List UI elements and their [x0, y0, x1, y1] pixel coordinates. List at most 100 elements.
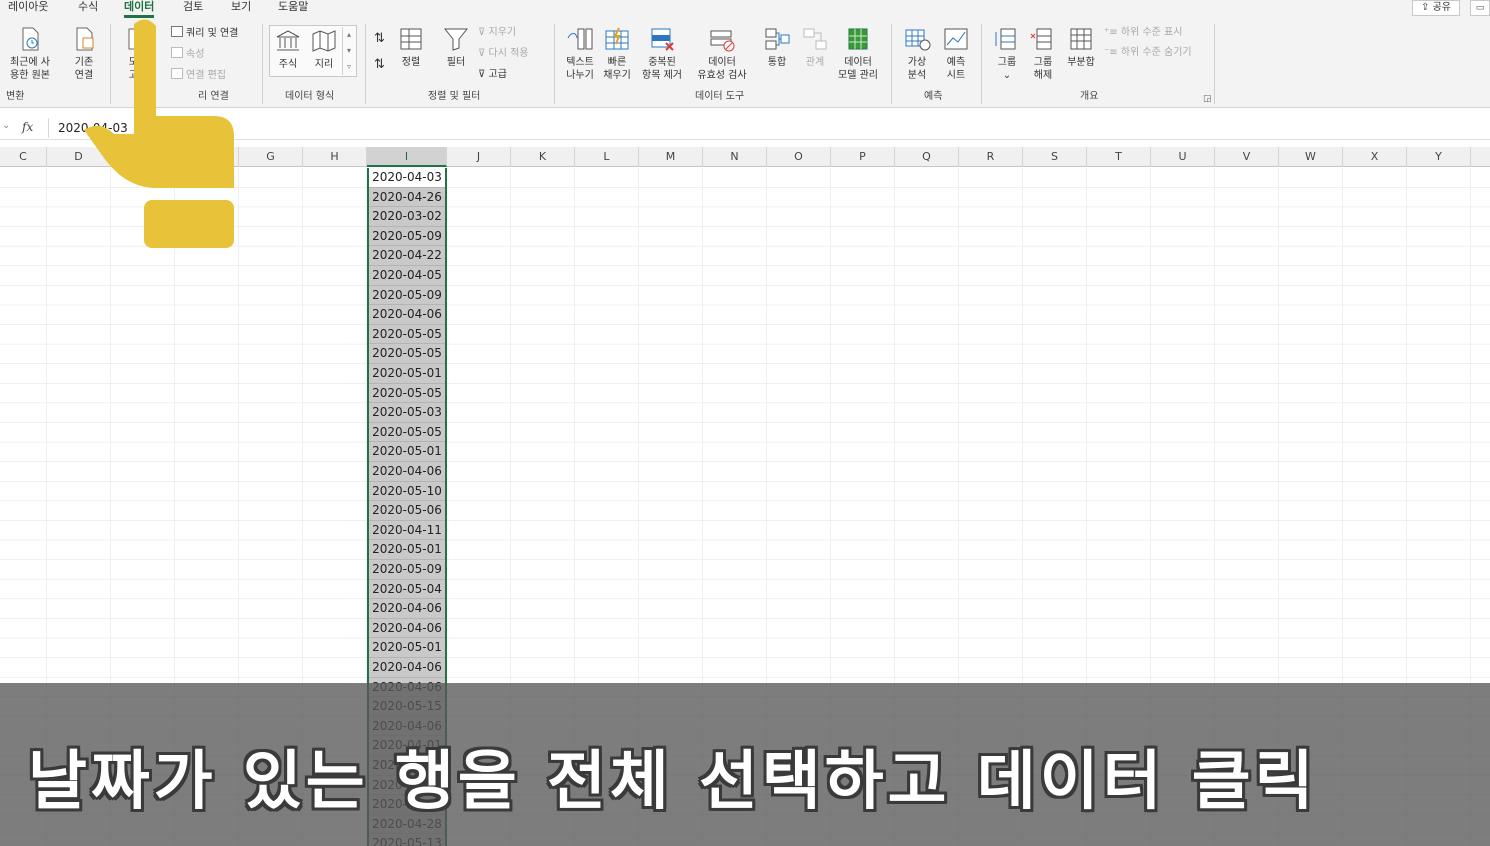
formula-input[interactable]: 2020-04-03 [48, 118, 1490, 138]
subtotal-button[interactable]: 부분합 [1062, 26, 1100, 69]
group-separator [262, 24, 263, 104]
sort-button[interactable]: 정렬 [396, 26, 426, 69]
group-separator [365, 24, 366, 104]
column-header-k[interactable]: K [511, 147, 575, 167]
sort-descending-button[interactable]: ⇅ [374, 58, 385, 71]
data-validation-button[interactable]: 데이터 유효성 검사 [688, 26, 756, 82]
date-cell[interactable]: 2020-05-01 [369, 540, 445, 560]
sort-ascending-button[interactable]: ⇅ [374, 32, 385, 45]
what-if-analysis-button[interactable]: 가상 분석 [898, 26, 936, 82]
column-header-g[interactable]: G [239, 147, 303, 167]
date-cell[interactable]: 2020-04-06 [369, 599, 445, 619]
date-cell[interactable]: 2020-05-03 [369, 403, 445, 423]
column-header-l[interactable]: L [575, 147, 639, 167]
consolidate-button[interactable]: 통합 [760, 26, 794, 69]
date-cell[interactable]: 2020-05-05 [369, 325, 445, 345]
text-to-columns-button[interactable]: 텍스트 나누기 [560, 26, 600, 82]
column-header-w[interactable]: W [1279, 147, 1343, 167]
column-header-t[interactable]: T [1087, 147, 1151, 167]
date-cell[interactable]: 2020-04-03 [369, 168, 445, 188]
date-cell[interactable]: 2020-05-10 [369, 482, 445, 502]
column-header-j[interactable]: J [447, 147, 511, 167]
column-header-m[interactable]: M [639, 147, 703, 167]
date-cell[interactable]: 2020-05-09 [369, 286, 445, 306]
date-cell[interactable]: 2020-04-22 [369, 246, 445, 266]
date-cell[interactable]: 2020-04-06 [369, 462, 445, 482]
insert-function-icon[interactable]: fx [22, 120, 33, 134]
date-cell[interactable]: 2020-04-05 [369, 266, 445, 286]
date-cell[interactable]: 2020-05-01 [369, 442, 445, 462]
tab-help[interactable]: 도움말 [278, 0, 308, 14]
column-header-n[interactable]: N [703, 147, 767, 167]
date-cell[interactable]: 2020-04-06 [369, 305, 445, 325]
show-detail-button[interactable]: ⁺≡ 하위 수준 표시 [1104, 26, 1182, 39]
stocks-button[interactable]: 주식 [272, 28, 304, 71]
column-header-r[interactable]: R [959, 147, 1023, 167]
reapply-filter-button[interactable]: ⊽ 다시 적용 [478, 47, 529, 60]
share-button[interactable]: ⇪ 공유 [1412, 0, 1460, 16]
remove-duplicates-button[interactable]: 중복된 항목 제거 [638, 26, 686, 82]
column-header-x[interactable]: X [1343, 147, 1407, 167]
column-header-p[interactable]: P [831, 147, 895, 167]
name-box-arrow-icon[interactable]: ⌄ [2, 120, 10, 131]
group-label-data-tools: 데이터 도구 [695, 91, 745, 102]
advanced-filter-button[interactable]: ⊽ 고급 [478, 68, 507, 81]
tab-page-layout[interactable]: 레이아웃 [8, 0, 48, 14]
group-button[interactable]: 그룹 ⌄ [990, 26, 1024, 82]
date-cell[interactable]: 2020-05-06 [369, 501, 445, 521]
tab-view[interactable]: 보기 [231, 0, 251, 14]
date-cell[interactable]: 2020-05-05 [369, 423, 445, 443]
group-label-transform: 변환 [6, 91, 25, 102]
dialog-launcher-icon[interactable]: ◲ [1203, 94, 1212, 104]
data-validation-icon [710, 30, 735, 52]
recent-sources-button[interactable]: 최근에 사 용한 원본 [2, 26, 58, 82]
hide-detail-button[interactable]: ⁻≡ 하위 수준 숨기기 [1104, 46, 1192, 59]
data-model-button[interactable]: 데이터 모델 관리 [834, 26, 882, 82]
comments-button[interactable]: ▭ [1470, 0, 1490, 16]
show-detail-icon: ⁺≡ [1104, 27, 1118, 38]
date-cell[interactable]: 2020-05-01 [369, 638, 445, 658]
gallery-scroll[interactable]: ▴ ▾ ▿ [342, 27, 355, 75]
group-label-forecast: 예측 [924, 91, 943, 102]
date-cell[interactable]: 2020-05-09 [369, 560, 445, 580]
dropdown-arrow-icon: ⌄ [1002, 70, 1012, 81]
data-model-icon [848, 28, 868, 50]
date-cell[interactable]: 2020-05-05 [369, 384, 445, 404]
date-cell[interactable]: 2020-05-05 [369, 344, 445, 364]
column-header-h[interactable]: H [303, 147, 367, 167]
column-header-q[interactable]: Q [895, 147, 959, 167]
ungroup-button[interactable]: 그룹 해제 [1026, 26, 1060, 82]
date-cell[interactable]: 2020-05-09 [369, 227, 445, 247]
what-if-icon [905, 29, 931, 51]
column-header-o[interactable]: O [767, 147, 831, 167]
column-header-s[interactable]: S [1023, 147, 1087, 167]
column-header-y[interactable]: Y [1407, 147, 1471, 167]
date-cell[interactable]: 2020-04-06 [369, 658, 445, 678]
recent-sources-icon [22, 27, 39, 51]
forecast-icon [944, 28, 968, 50]
subtotal-icon [1070, 28, 1092, 50]
filter-button[interactable]: 필터 [440, 26, 472, 69]
date-cell[interactable]: 2020-05-01 [369, 364, 445, 384]
filter-icon [443, 28, 469, 51]
date-cell[interactable]: 2020-04-06 [369, 619, 445, 639]
group-separator [981, 24, 982, 104]
flash-fill-icon [605, 27, 629, 50]
relationships-button[interactable]: 관계 [798, 26, 832, 69]
date-cell[interactable]: 2020-03-02 [369, 207, 445, 227]
geography-button[interactable]: 지리 [308, 28, 340, 71]
tab-review[interactable]: 검토 [183, 0, 203, 14]
column-header-c[interactable]: C [0, 147, 47, 167]
forecast-sheet-button[interactable]: 예측 시트 [938, 26, 974, 82]
date-cell[interactable]: 2020-04-11 [369, 521, 445, 541]
ungroup-icon [1030, 28, 1052, 50]
date-cell[interactable]: 2020-05-04 [369, 580, 445, 600]
flash-fill-button[interactable]: 빠른 채우기 [600, 26, 634, 82]
column-header-i[interactable]: I [367, 147, 447, 167]
column-header-v[interactable]: V [1215, 147, 1279, 167]
tab-formulas[interactable]: 수식 [78, 0, 98, 14]
date-cell[interactable]: 2020-04-26 [369, 188, 445, 208]
clear-filter-button[interactable]: ⊽ 지우기 [478, 26, 516, 39]
clear-filter-icon: ⊽ [478, 27, 486, 38]
column-header-u[interactable]: U [1151, 147, 1215, 167]
